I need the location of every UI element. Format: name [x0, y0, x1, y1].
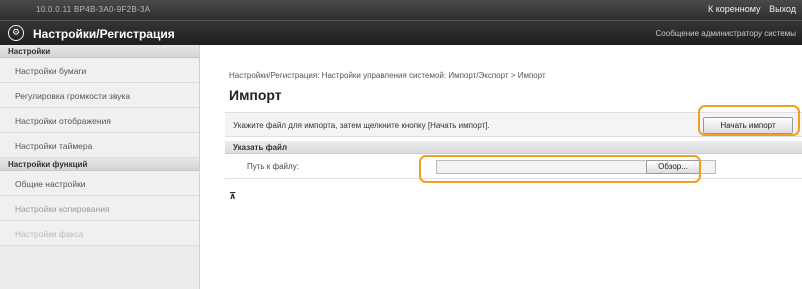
- specify-file-section: Указать файл: [225, 141, 802, 154]
- top-bar: 10.0.0.11 BP4B-3A0-9F2B-3A К коренному В…: [0, 0, 802, 20]
- gear-icon: ⚙: [8, 25, 24, 41]
- home-link[interactable]: К коренному: [708, 4, 761, 14]
- app-title: Настройки/Регистрация: [33, 27, 175, 41]
- sidebar-item-volume[interactable]: Регулировка громкости звука: [0, 83, 199, 108]
- app-header: ⚙ Настройки/Регистрация Сообщение админи…: [0, 20, 802, 45]
- sidebar-heading-settings: Настройки: [0, 45, 199, 58]
- host-address: 10.0.0.11 BP4B-3A0-9F2B-3A: [36, 5, 151, 14]
- top-bar-links: К коренному Выход: [702, 4, 796, 14]
- admin-message-link[interactable]: Сообщение администратору системы: [656, 29, 796, 38]
- sidebar-item-timer[interactable]: Настройки таймера: [0, 133, 199, 158]
- logout-link[interactable]: Выход: [769, 4, 796, 14]
- highlight-file-path: [419, 155, 701, 183]
- main-content: Настройки/Регистрация: Настройки управле…: [201, 45, 802, 289]
- collapse-up-icon[interactable]: ⊼: [229, 191, 236, 202]
- sidebar-item-copy[interactable]: Настройки копирования: [0, 196, 199, 221]
- sidebar: Настройки Настройки бумаги Регулировка г…: [0, 45, 200, 289]
- sidebar-item-display[interactable]: Настройки отображения: [0, 108, 199, 133]
- file-path-label: Путь к файлу:: [247, 162, 299, 171]
- sidebar-item-paper-settings[interactable]: Настройки бумаги: [0, 58, 199, 83]
- sidebar-heading-function-settings: Настройки функций: [0, 158, 199, 171]
- sidebar-item-general[interactable]: Общие настройки: [0, 171, 199, 196]
- highlight-start-import: [698, 105, 800, 136]
- page-title: Импорт: [229, 87, 282, 103]
- sidebar-item-fax[interactable]: Настройки факса: [0, 221, 199, 246]
- breadcrumb: Настройки/Регистрация: Настройки управле…: [229, 71, 546, 80]
- specify-file-heading: Указать файл: [233, 143, 288, 152]
- instruction-text: Укажите файл для импорта, затем щелкните…: [233, 121, 490, 130]
